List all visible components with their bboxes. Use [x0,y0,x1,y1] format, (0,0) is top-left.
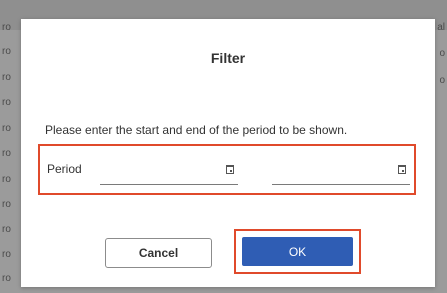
background-cell: ro [2,174,11,185]
filter-dialog: Filter Please enter the start and end of… [21,19,435,287]
ok-button[interactable]: OK [242,237,353,266]
background-cell: o [439,48,445,59]
background-cell: ro [2,224,11,235]
background-cell: ro [2,97,11,108]
background-cell: ro [2,72,11,83]
background-cell: ro [2,273,11,284]
calendar-icon[interactable] [398,165,406,174]
background-cell: ro [2,46,11,57]
start-date-field[interactable] [100,156,238,185]
calendar-icon[interactable] [226,165,234,174]
dialog-message: Please enter the start and end of the pe… [45,123,348,137]
period-section: Period [38,144,416,195]
end-date-field[interactable] [272,156,410,185]
cancel-button[interactable]: Cancel [105,238,212,268]
background-cell: ro [2,22,11,33]
background-cell: ro [2,148,11,159]
ok-button-highlight: OK [234,229,361,274]
dialog-title: Filter [210,50,246,66]
background-cell: ro [2,199,11,210]
background-cell: o [439,75,445,86]
period-label: Period [47,162,82,176]
background-cell: al [437,22,445,33]
background-cell: ro [2,123,11,134]
background-cell: ro [2,249,11,260]
